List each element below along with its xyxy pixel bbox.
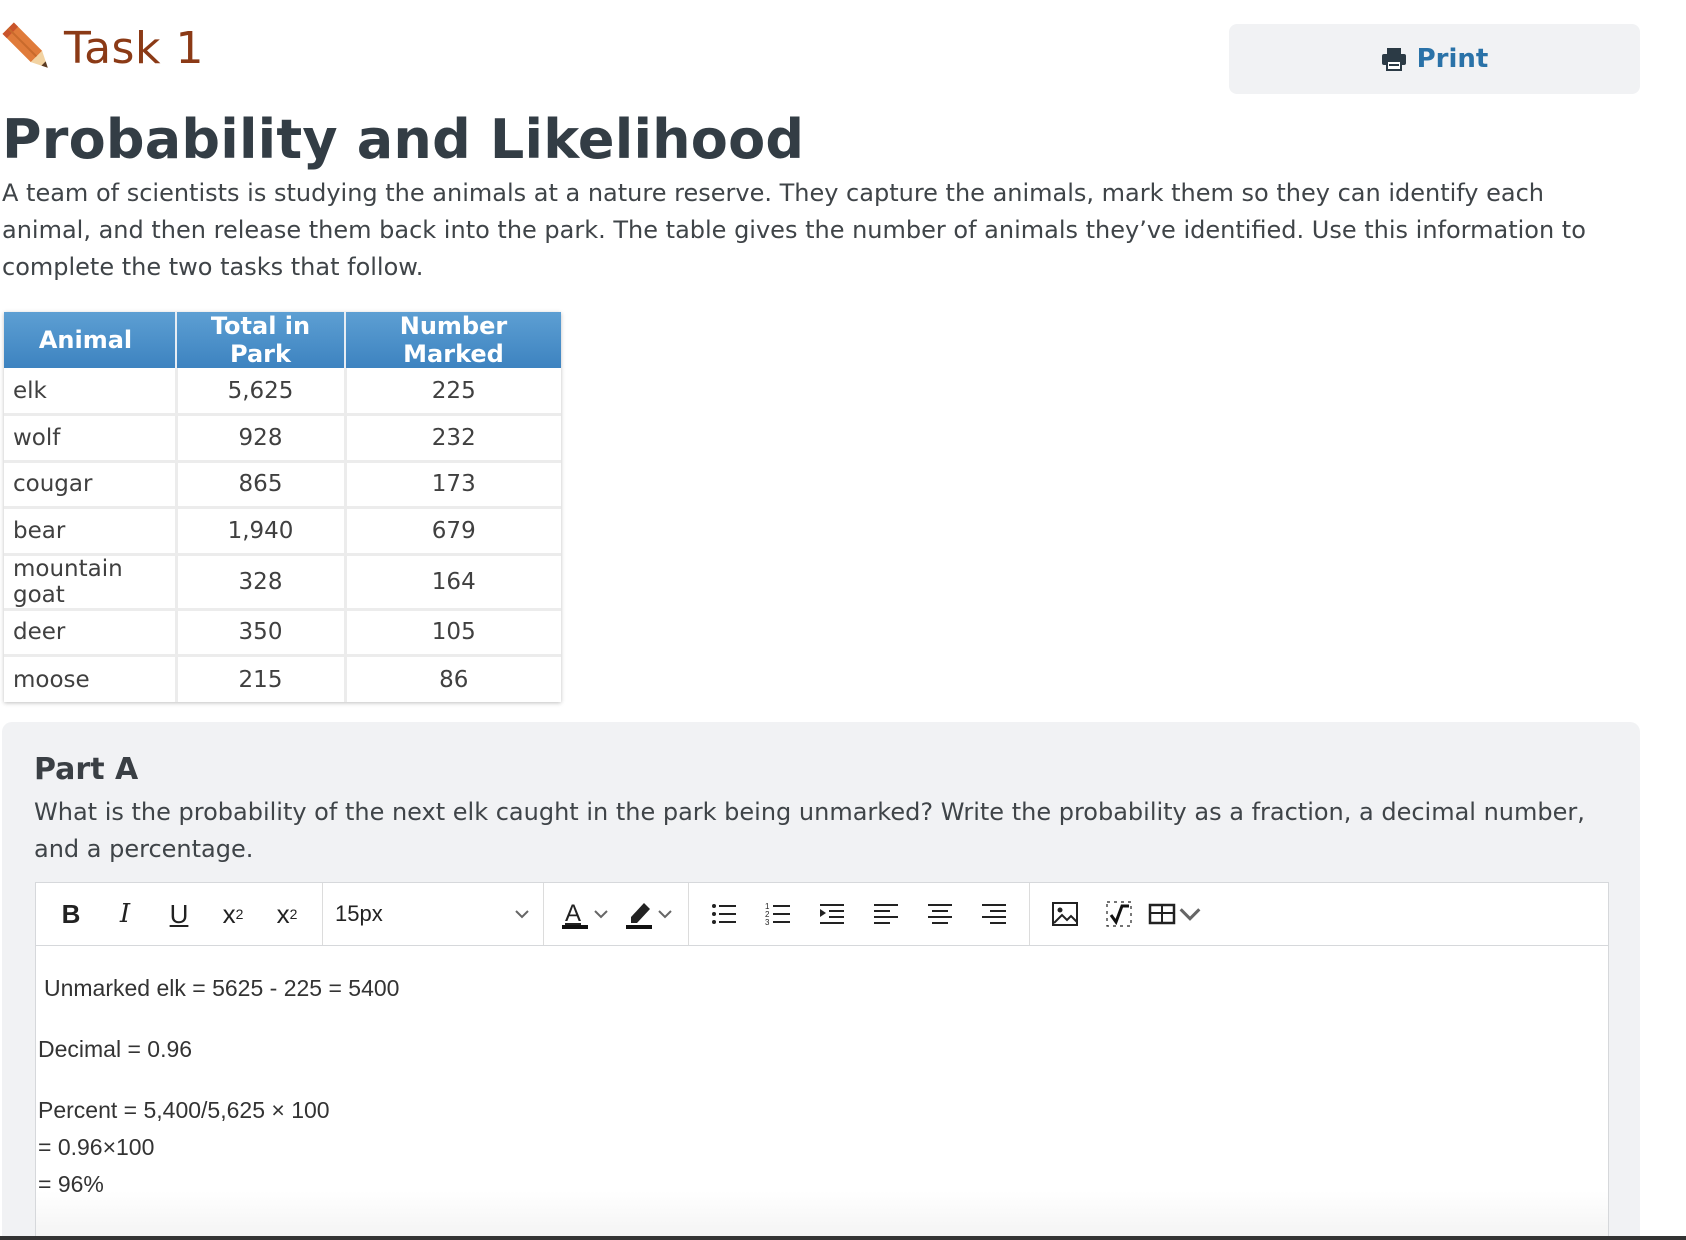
cell-marked: 173: [345, 461, 561, 509]
answer-line: Decimal = 0.96: [38, 1036, 193, 1062]
underline-icon[interactable]: U: [152, 892, 206, 936]
table-row: elk 5,625 225: [4, 368, 561, 416]
task-page: Task 1 Print Probability and Likelihood …: [0, 0, 1640, 1240]
cell-total: 865: [176, 461, 347, 509]
align-left-icon[interactable]: [859, 892, 913, 936]
bold-icon[interactable]: B: [44, 892, 98, 936]
part-a-panel: Part A What is the probability of the ne…: [2, 722, 1640, 1240]
cell-marked: 232: [345, 414, 561, 463]
cell-marked: 225: [345, 368, 561, 416]
cell-animal: mountain goat: [4, 554, 178, 611]
font-size-value: 15px: [335, 901, 383, 926]
window-bottom-edge: [0, 1236, 1686, 1240]
table-header-row: Animal Total in Park Number Marked: [4, 312, 561, 368]
indent-icon[interactable]: [805, 892, 859, 936]
italic-icon[interactable]: I: [98, 892, 152, 936]
highlight-button[interactable]: [616, 897, 680, 931]
cell-marked: 679: [345, 507, 561, 556]
part-a-title: Part A: [34, 752, 139, 787]
highlight-icon: [626, 903, 652, 929]
chevron-down-icon: [515, 910, 529, 919]
answer-line: = 0.96×100: [38, 1134, 155, 1160]
editor-content[interactable]: Unmarked elk = 5625 - 225 = 5400 Decimal…: [36, 946, 1608, 1240]
print-label: Print: [1416, 44, 1489, 74]
font-size-group: 15px: [323, 883, 544, 945]
animal-table: Animal Total in Park Number Marked elk 5…: [4, 312, 561, 702]
cell-total: 5,625: [176, 368, 347, 416]
table-row: bear 1,940 679: [4, 507, 561, 556]
header-animal: Animal: [4, 312, 177, 368]
font-color-button[interactable]: A: [552, 897, 616, 931]
cell-animal: bear: [4, 507, 178, 556]
paragraph-group: 123: [689, 883, 1030, 945]
chevron-down-icon: [658, 910, 672, 919]
answer-line: = 96%: [38, 1171, 104, 1197]
page-title: Probability and Likelihood: [2, 108, 805, 171]
header-total: Total in Park: [176, 312, 346, 368]
table-row: cougar 865 173: [4, 461, 561, 509]
cell-animal: elk: [4, 368, 178, 416]
cell-animal: wolf: [4, 414, 178, 463]
superscript-icon[interactable]: x2: [206, 892, 260, 936]
cell-animal: moose: [4, 655, 178, 702]
task-title: Task 1: [64, 22, 204, 74]
format-group: B I U x2 x2: [36, 883, 323, 945]
chevron-down-icon: [1179, 908, 1201, 921]
cell-animal: deer: [4, 609, 178, 657]
svg-text:A: A: [565, 900, 581, 927]
cell-total: 928: [176, 414, 347, 463]
image-icon[interactable]: [1038, 892, 1092, 936]
intro-text: A team of scientists is studying the ani…: [2, 179, 1586, 281]
equation-icon[interactable]: [1092, 892, 1146, 936]
pencil-icon: [2, 22, 48, 68]
cell-marked: 105: [345, 609, 561, 657]
header-marked: Number Marked: [345, 312, 561, 368]
cell-total: 328: [176, 554, 347, 611]
answer-line: Unmarked elk = 5625 - 225 = 5400: [44, 975, 400, 1001]
numbered-list-icon[interactable]: 123: [751, 892, 805, 936]
print-button[interactable]: Print: [1229, 24, 1640, 94]
cell-animal: cougar: [4, 461, 178, 509]
color-group: A: [544, 883, 689, 945]
svg-text:3: 3: [765, 918, 770, 927]
font-size-select[interactable]: 15px: [323, 901, 543, 927]
task-header: Task 1: [0, 18, 204, 78]
table-row: mountain goat 328 164: [4, 554, 561, 611]
rich-text-editor: B I U x2 x2 15px A 1 2 3 Unmarked elk = …: [35, 882, 1609, 1240]
subscript-icon[interactable]: x2: [260, 892, 314, 936]
table-row: deer 350 105: [4, 609, 561, 657]
cell-total: 215: [176, 655, 347, 702]
table-row: wolf 928 232: [4, 414, 561, 463]
align-center-icon[interactable]: [913, 892, 967, 936]
font-color-icon: A: [562, 900, 588, 929]
editor-toolbar: B I U x2 x2 15px A 1 2 3: [36, 883, 1608, 946]
chevron-down-icon: [594, 910, 608, 919]
insert-group: [1030, 883, 1214, 945]
cell-marked: 86: [439, 666, 469, 693]
bullet-list-icon[interactable]: [697, 892, 751, 936]
cell-total: 1,940: [176, 507, 347, 556]
answer-line: Percent = 5,400/5,625 × 100: [38, 1097, 330, 1123]
cell-marked: 164: [345, 554, 561, 611]
align-right-icon[interactable]: [967, 892, 1021, 936]
table-row: moose 215 86: [4, 655, 561, 702]
table-icon[interactable]: [1146, 892, 1206, 936]
part-a-question: What is the probability of the next elk …: [34, 798, 1585, 863]
cell-total: 350: [176, 609, 347, 657]
printer-icon: [1381, 48, 1406, 71]
